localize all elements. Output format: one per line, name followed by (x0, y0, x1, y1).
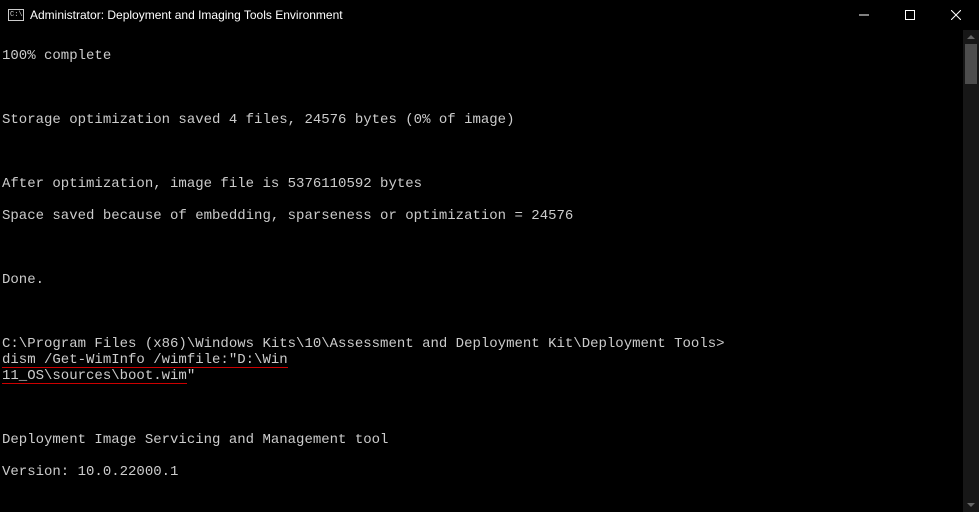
cmd-icon (8, 9, 24, 21)
output-line (2, 304, 979, 320)
scroll-thumb[interactable] (965, 44, 977, 84)
vertical-scrollbar[interactable] (963, 30, 979, 512)
titlebar[interactable]: Administrator: Deployment and Imaging To… (0, 0, 979, 30)
output-line: Done. (2, 272, 979, 288)
output-line (2, 240, 979, 256)
dism-command-part2: 11_OS\sources\boot.wim (2, 369, 187, 384)
output-line (2, 496, 979, 512)
output-line (2, 400, 979, 416)
close-button[interactable] (933, 0, 979, 30)
output-line: After optimization, image file is 537611… (2, 176, 979, 192)
terminal-output[interactable]: 100% complete Storage optimization saved… (0, 30, 979, 512)
window-controls (841, 0, 979, 30)
output-line: Space saved because of embedding, sparse… (2, 208, 979, 224)
dism-command-part1: dism /Get-WimInfo /wimfile:"D:\Win (2, 353, 288, 368)
prompt-line: C:\Program Files (x86)\Windows Kits\10\A… (2, 336, 979, 384)
scroll-up-button[interactable] (963, 30, 979, 44)
maximize-button[interactable] (887, 0, 933, 30)
chevron-up-icon (967, 33, 975, 41)
window-title: Administrator: Deployment and Imaging To… (30, 8, 841, 22)
dism-command-endquote: " (187, 368, 195, 384)
output-line: Version: 10.0.22000.1 (2, 464, 979, 480)
chevron-down-icon (967, 501, 975, 509)
close-icon (951, 10, 961, 20)
minimize-button[interactable] (841, 0, 887, 30)
maximize-icon (905, 10, 915, 20)
terminal-window: Administrator: Deployment and Imaging To… (0, 0, 979, 512)
scroll-down-button[interactable] (963, 498, 979, 512)
output-line: Storage optimization saved 4 files, 2457… (2, 112, 979, 128)
output-line (2, 144, 979, 160)
output-line: Deployment Image Servicing and Managemen… (2, 432, 979, 448)
output-line: 100% complete (2, 48, 979, 64)
prompt-path: C:\Program Files (x86)\Windows Kits\10\A… (2, 336, 725, 352)
minimize-icon (859, 10, 869, 20)
output-line (2, 80, 979, 96)
